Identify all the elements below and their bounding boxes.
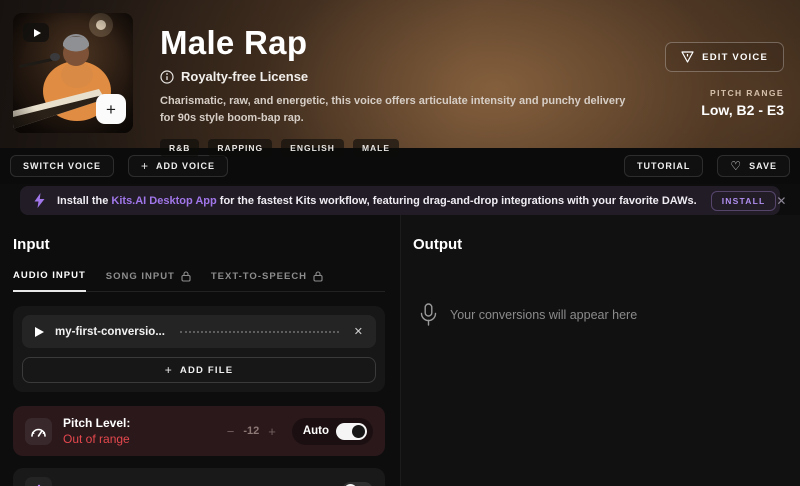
heart-icon: ♡ [730, 160, 742, 172]
add-file-label: ADD FILE [180, 365, 233, 376]
tag-genre: R&B [160, 139, 199, 157]
license-label: Royalty-free License [181, 69, 308, 84]
edit-voice-button[interactable]: EDIT VOICE [665, 42, 784, 72]
pitch-level-card: Pitch Level: Out of range − -12 + Auto [13, 406, 385, 456]
tutorial-button[interactable]: TUTORIAL [624, 155, 703, 177]
microphone-icon [420, 303, 437, 326]
save-label: SAVE [749, 161, 777, 171]
input-tabs: AUDIO INPUT SONG INPUT TEXT-TO-SPEECH [13, 266, 385, 292]
tag-style: RAPPING [208, 139, 272, 157]
pitch-stepper: − -12 + [227, 425, 276, 438]
banner-close-icon[interactable]: ✕ [776, 194, 786, 208]
waveform-placeholder[interactable] [180, 331, 339, 333]
voice-artwork[interactable]: + [13, 13, 133, 133]
auto-label: Auto [303, 425, 329, 437]
switch-voice-label: SWITCH VOICE [23, 161, 101, 171]
info-icon [160, 70, 174, 84]
tune-icon [681, 51, 694, 63]
pitch-correction-icon [25, 477, 52, 486]
plus-icon: + [106, 101, 116, 118]
tab-song-input[interactable]: SONG INPUT [106, 266, 191, 291]
tab-text-to-speech[interactable]: TEXT-TO-SPEECH [211, 266, 323, 291]
output-panel: Output Your conversions will appear here [400, 215, 800, 486]
auto-pitch-toggle[interactable] [336, 423, 367, 440]
add-voice-button[interactable]: + ADD VOICE [128, 155, 228, 177]
output-empty-state: Your conversions will appear here [420, 303, 800, 326]
switch-voice-button[interactable]: SWITCH VOICE [10, 155, 114, 177]
add-voice-label: ADD VOICE [156, 161, 215, 171]
install-button[interactable]: INSTALL [711, 191, 777, 211]
license-row: Royalty-free License [160, 69, 630, 84]
banner-text-prefix: Install the [57, 195, 111, 207]
add-image-button[interactable]: + [96, 94, 126, 124]
tag-row: R&B RAPPING ENGLISH MALE [160, 139, 630, 157]
tutorial-label: TUTORIAL [637, 161, 690, 171]
input-heading: Input [13, 236, 385, 253]
remove-file-icon[interactable]: ✕ [354, 325, 363, 338]
auto-pitch-control: Auto [292, 418, 373, 445]
tab-audio-input-label: AUDIO INPUT [13, 270, 86, 281]
play-icon [34, 29, 41, 37]
pitch-range-label: PITCH RANGE [710, 88, 784, 98]
tab-audio-input[interactable]: AUDIO INPUT [13, 266, 86, 292]
tag-gender: MALE [353, 139, 399, 157]
gauge-icon [25, 418, 52, 445]
voice-description: Charismatic, raw, and energetic, this vo… [160, 93, 630, 127]
plus-icon: + [165, 364, 173, 376]
lock-icon [313, 271, 323, 282]
lightning-icon [34, 193, 45, 208]
pitch-decrement-button[interactable]: − [227, 425, 235, 438]
add-file-button[interactable]: + ADD FILE [22, 357, 376, 383]
output-empty-message: Your conversions will appear here [450, 308, 637, 322]
tab-text-to-speech-label: TEXT-TO-SPEECH [211, 271, 307, 282]
pitch-increment-button[interactable]: + [268, 425, 276, 438]
lock-icon [181, 271, 191, 282]
tab-song-input-label: SONG INPUT [106, 271, 175, 282]
save-button[interactable]: ♡ SAVE [717, 155, 790, 177]
edit-voice-label: EDIT VOICE [702, 52, 768, 63]
voice-hero: + Male Rap Royalty-free License Charisma… [0, 0, 800, 148]
page-title: Male Rap [160, 24, 630, 62]
audio-player: my-first-conversio... ✕ [22, 315, 376, 348]
pitch-level-label: Pitch Level: [63, 416, 130, 430]
pitch-range-value: Low, B2 - E3 [701, 102, 784, 118]
pitch-correction-toggle[interactable] [342, 482, 373, 486]
tag-language: ENGLISH [281, 139, 344, 157]
input-panel: Input AUDIO INPUT SONG INPUT TEXT-TO-SPE… [0, 215, 400, 486]
pitch-correction-card: PITCH CORRECTION [13, 468, 385, 486]
pitch-value: -12 [243, 425, 259, 437]
output-heading: Output [413, 236, 800, 253]
pitch-out-of-range-warning: Out of range [63, 432, 130, 446]
play-icon[interactable] [35, 327, 44, 337]
audio-file-name: my-first-conversio... [55, 326, 165, 338]
banner-text: Install the Kits.AI Desktop App for the … [57, 195, 697, 207]
audio-file-card: my-first-conversio... ✕ + ADD FILE [13, 306, 385, 392]
desktop-app-banner: Install the Kits.AI Desktop App for the … [20, 186, 780, 215]
preview-play-button[interactable] [23, 23, 49, 42]
desktop-app-link[interactable]: Kits.AI Desktop App [111, 195, 216, 207]
plus-icon: + [141, 160, 149, 172]
banner-text-suffix: for the fastest Kits workflow, featuring… [217, 195, 697, 207]
toggle-knob [352, 425, 365, 438]
